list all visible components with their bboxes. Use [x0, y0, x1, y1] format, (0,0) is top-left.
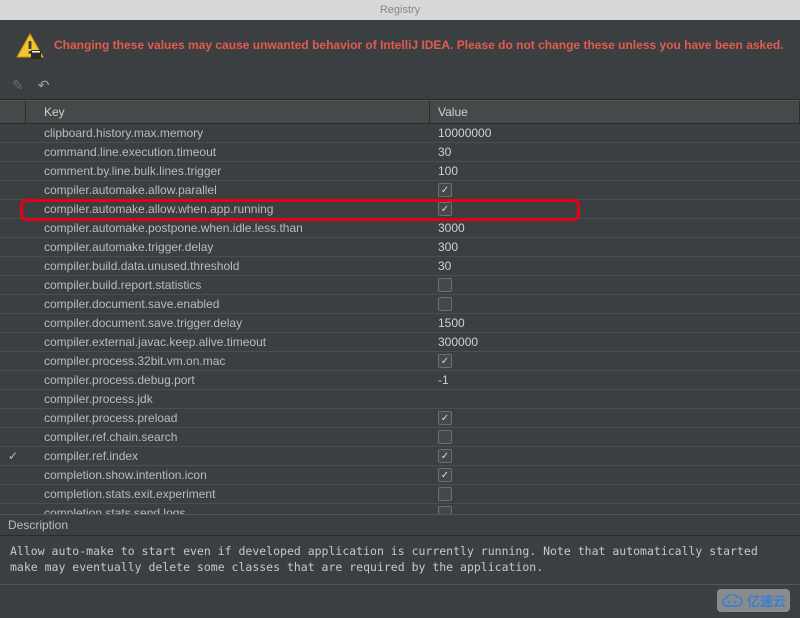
registry-value[interactable]: 30 [430, 145, 800, 159]
table-row[interactable]: compiler.external.javac.keep.alive.timeo… [0, 333, 800, 352]
registry-value[interactable] [430, 468, 800, 482]
registry-key: compiler.document.save.enabled [26, 297, 430, 311]
table-row[interactable]: ✓compiler.ref.index [0, 447, 800, 466]
checkbox[interactable] [438, 278, 452, 292]
checkbox[interactable] [438, 354, 452, 368]
revert-icon[interactable]: ↶ [38, 77, 50, 94]
table-row[interactable]: compiler.automake.postpone.when.idle.les… [0, 219, 800, 238]
registry-key: command.line.execution.timeout [26, 145, 430, 159]
registry-value[interactable]: 3000 [430, 221, 800, 235]
table-row[interactable]: compiler.process.jdk [0, 390, 800, 409]
registry-key: compiler.ref.index [26, 449, 430, 463]
registry-key: comment.by.line.bulk.lines.trigger [26, 164, 430, 178]
registry-key: completion.show.intention.icon [26, 468, 430, 482]
table-row[interactable]: compiler.automake.allow.when.app.running [0, 200, 800, 219]
registry-key: compiler.process.debug.port [26, 373, 430, 387]
registry-value[interactable]: -1 [430, 373, 800, 387]
checkbox[interactable] [438, 487, 452, 501]
registry-value[interactable] [430, 278, 800, 292]
required-mark: ✓ [0, 449, 26, 463]
registry-key: compiler.ref.chain.search [26, 430, 430, 444]
checkbox[interactable] [438, 506, 452, 514]
table-row[interactable]: completion.stats.exit.experiment [0, 485, 800, 504]
table-row[interactable]: compiler.automake.trigger.delay300 [0, 238, 800, 257]
registry-value[interactable]: 100 [430, 164, 800, 178]
registry-value[interactable] [430, 449, 800, 463]
registry-key: compiler.automake.allow.parallel [26, 183, 430, 197]
warning-icon [16, 32, 44, 60]
registry-value[interactable] [430, 506, 800, 514]
registry-value[interactable]: 10000000 [430, 126, 800, 140]
table-row[interactable]: compiler.document.save.enabled [0, 295, 800, 314]
description-section: Description Allow auto-make to start eve… [0, 514, 800, 585]
registry-value[interactable] [430, 430, 800, 444]
registry-key: compiler.process.32bit.vm.on.mac [26, 354, 430, 368]
edit-icon[interactable]: ✎ [12, 77, 24, 94]
registry-key: compiler.process.preload [26, 411, 430, 425]
warning-banner: Changing these values may cause unwanted… [0, 20, 800, 72]
column-key[interactable]: Key [26, 101, 430, 123]
table-header: Key Value [0, 100, 800, 124]
table-row[interactable]: compiler.process.preload [0, 409, 800, 428]
registry-key: compiler.build.data.unused.threshold [26, 259, 430, 273]
column-required[interactable] [0, 101, 26, 123]
checkbox[interactable] [438, 202, 452, 216]
registry-value[interactable]: 300000 [430, 335, 800, 349]
registry-value[interactable] [430, 411, 800, 425]
registry-value[interactable] [430, 354, 800, 368]
checkbox[interactable] [438, 449, 452, 463]
checkbox[interactable] [438, 297, 452, 311]
checkbox[interactable] [438, 430, 452, 444]
description-label: Description [0, 515, 800, 536]
table-row[interactable]: compiler.ref.chain.search [0, 428, 800, 447]
registry-key: compiler.external.javac.keep.alive.timeo… [26, 335, 430, 349]
registry-table-body[interactable]: clipboard.history.max.memory10000000comm… [0, 124, 800, 514]
registry-key: compiler.document.save.trigger.delay [26, 316, 430, 330]
table-row[interactable]: compiler.document.save.trigger.delay1500 [0, 314, 800, 333]
registry-key: compiler.build.report.statistics [26, 278, 430, 292]
registry-value[interactable] [430, 297, 800, 311]
registry-key: completion.stats.exit.experiment [26, 487, 430, 501]
window-title: Registry [0, 0, 800, 20]
registry-value[interactable]: 300 [430, 240, 800, 254]
registry-value[interactable]: 30 [430, 259, 800, 273]
warning-text: Changing these values may cause unwanted… [54, 38, 784, 54]
registry-key: compiler.automake.allow.when.app.running [26, 202, 430, 216]
table-row[interactable]: command.line.execution.timeout30 [0, 143, 800, 162]
table-row[interactable]: completion.stats.send.logs [0, 504, 800, 514]
checkbox[interactable] [438, 411, 452, 425]
table-row[interactable]: compiler.build.report.statistics [0, 276, 800, 295]
table-row[interactable]: compiler.automake.allow.parallel [0, 181, 800, 200]
registry-value[interactable]: 1500 [430, 316, 800, 330]
table-row[interactable]: compiler.process.debug.port-1 [0, 371, 800, 390]
description-text: Allow auto-make to start even if develop… [0, 536, 800, 584]
table-row[interactable]: clipboard.history.max.memory10000000 [0, 124, 800, 143]
registry-key: clipboard.history.max.memory [26, 126, 430, 140]
registry-value[interactable] [430, 487, 800, 501]
column-value[interactable]: Value [430, 101, 800, 123]
registry-key: compiler.automake.trigger.delay [26, 240, 430, 254]
registry-value[interactable] [430, 202, 800, 216]
registry-key: compiler.process.jdk [26, 392, 430, 406]
checkbox[interactable] [438, 468, 452, 482]
table-row[interactable]: completion.show.intention.icon [0, 466, 800, 485]
toolbar: ✎ ↶ [0, 72, 800, 100]
registry-key: completion.stats.send.logs [26, 506, 430, 514]
table-row[interactable]: comment.by.line.bulk.lines.trigger100 [0, 162, 800, 181]
watermark: 亿速云 [717, 589, 790, 612]
registry-key: compiler.automake.postpone.when.idle.les… [26, 221, 430, 235]
table-row[interactable]: compiler.process.32bit.vm.on.mac [0, 352, 800, 371]
watermark-text: 亿速云 [747, 591, 786, 610]
table-row[interactable]: compiler.build.data.unused.threshold30 [0, 257, 800, 276]
registry-value[interactable] [430, 183, 800, 197]
checkbox[interactable] [438, 183, 452, 197]
cloud-icon [721, 594, 743, 608]
